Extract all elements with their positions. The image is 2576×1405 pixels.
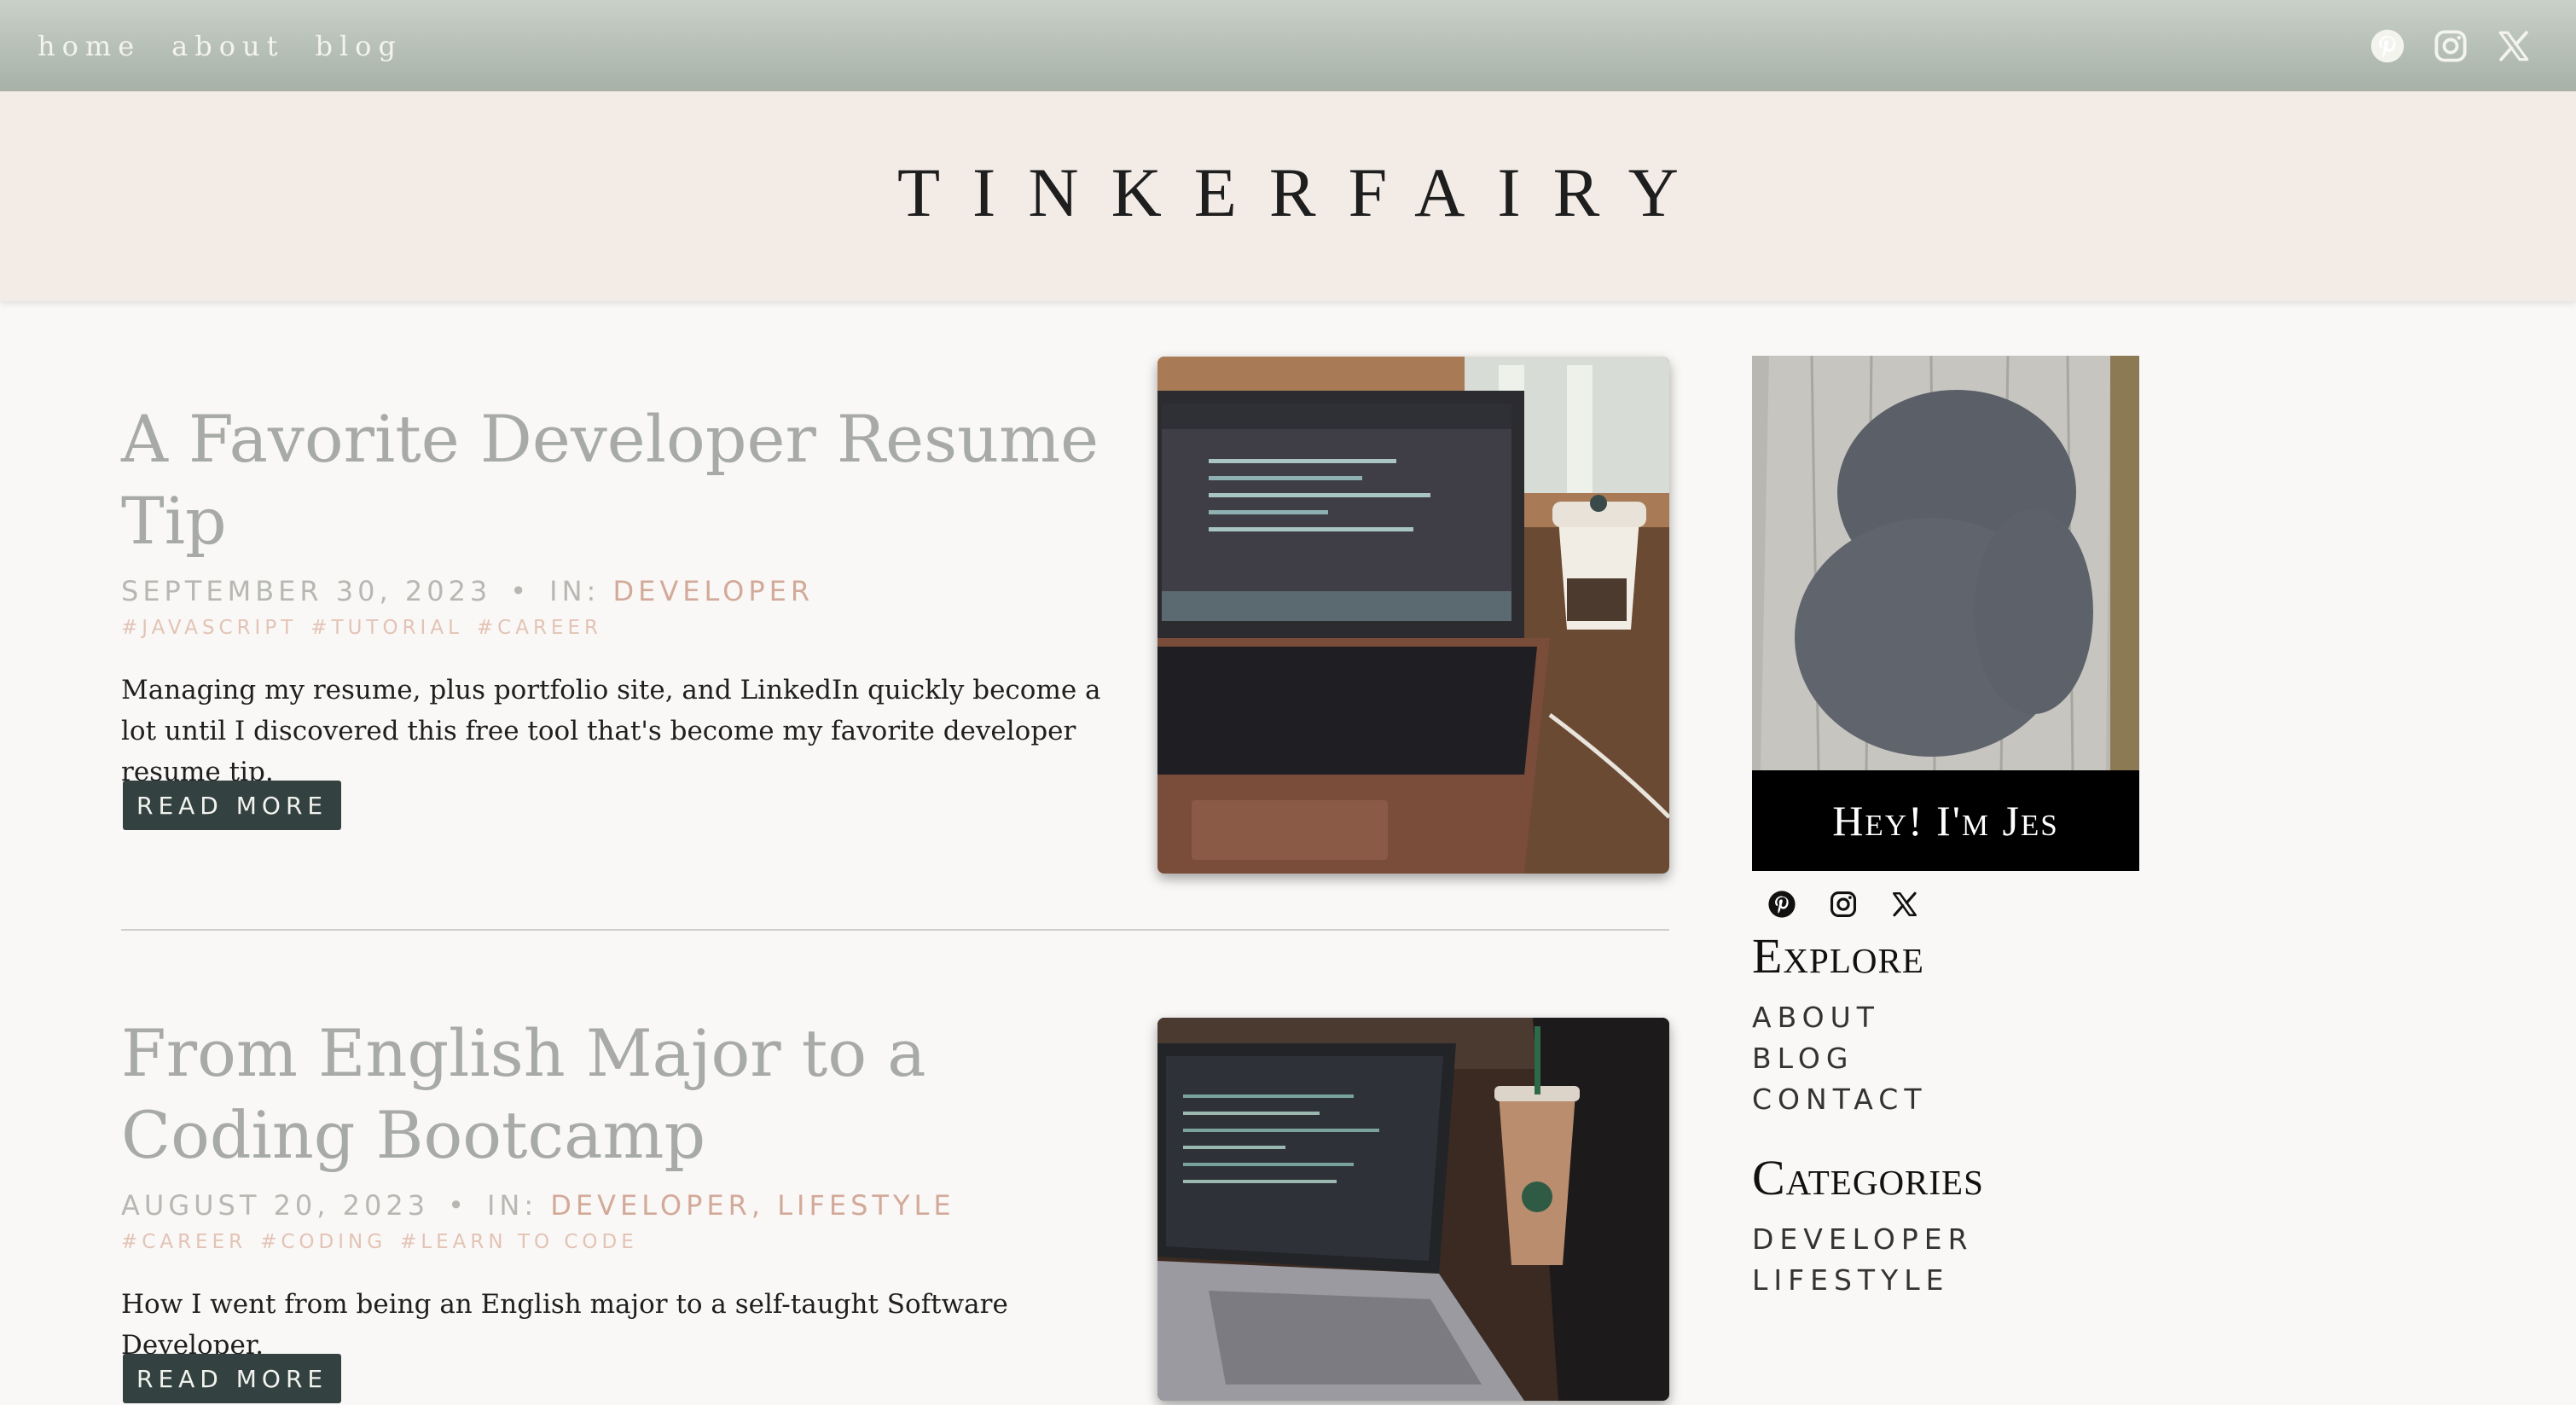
explore-link-contact[interactable]: CONTACT xyxy=(1752,1079,1928,1120)
nav-link-blog[interactable]: blog xyxy=(315,30,402,62)
meta-separator: • xyxy=(448,1189,468,1222)
categories-list: DEVELOPER LIFESTYLE xyxy=(1752,1219,1974,1301)
profile-photo xyxy=(1752,356,2139,771)
x-icon[interactable] xyxy=(2496,28,2532,64)
tag-link[interactable]: #CAREER xyxy=(477,617,602,639)
explore-link-blog[interactable]: BLOG xyxy=(1752,1038,1928,1079)
category-link-lifestyle[interactable]: LIFESTYLE xyxy=(1752,1260,1974,1301)
post-tags: #CAREER #CODING #LEARN TO CODE xyxy=(121,1231,638,1253)
categories-heading: Categories xyxy=(1752,1150,1984,1205)
explore-link-about[interactable]: ABOUT xyxy=(1752,997,1928,1038)
post-thumbnail-laptop-coffee[interactable] xyxy=(1157,357,1669,874)
x-icon[interactable] xyxy=(1890,890,1919,919)
category-prefix: IN: xyxy=(549,575,600,607)
post-title[interactable]: From English Major to a Coding Bootcamp xyxy=(121,1013,1119,1176)
post-excerpt: Managing my resume, plus portfolio site,… xyxy=(121,675,1101,787)
profile-caption: Hey! I'm Jes xyxy=(1752,770,2139,871)
tag-link[interactable]: #JAVASCRIPT xyxy=(121,617,297,639)
meta-separator: • xyxy=(510,575,531,607)
sidebar: Hey! I'm Jes Explore ABOUT BLOG CONTACT … xyxy=(1752,356,2139,1297)
instagram-icon[interactable] xyxy=(1829,890,1858,919)
post-date: SEPTEMBER 30, 2023 xyxy=(121,575,492,607)
post-thumbnail-laptop-drink[interactable] xyxy=(1157,1018,1669,1401)
post-meta: AUGUST 20, 2023 • IN: DEVELOPER, LIFESTYLE xyxy=(121,1189,955,1222)
pinterest-icon[interactable] xyxy=(2370,28,2405,64)
post-tags: #JAVASCRIPT #TUTORIAL #CAREER xyxy=(121,617,602,639)
top-navigation: home about blog xyxy=(0,0,2576,91)
instagram-icon[interactable] xyxy=(2433,28,2469,64)
tag-link[interactable]: #TUTORIAL xyxy=(310,617,463,639)
post-divider xyxy=(121,929,1669,931)
nav-links: home about blog xyxy=(38,0,403,91)
profile-card[interactable]: Hey! I'm Jes xyxy=(1752,356,2139,871)
explore-heading: Explore xyxy=(1752,928,1924,984)
tag-link[interactable]: #CODING xyxy=(260,1231,386,1253)
nav-link-about[interactable]: about xyxy=(171,30,284,62)
nav-social-links xyxy=(2370,0,2532,91)
site-banner: TINKERFAIRY xyxy=(0,91,2576,301)
category-prefix: IN: xyxy=(486,1189,538,1222)
post-meta: SEPTEMBER 30, 2023 • IN: DEVELOPER xyxy=(121,575,814,607)
post-category-link[interactable]: DEVELOPER, LIFESTYLE xyxy=(550,1189,954,1222)
sidebar-social-links xyxy=(1767,890,1919,919)
pinterest-icon[interactable] xyxy=(1767,890,1796,919)
post-category-link[interactable]: DEVELOPER xyxy=(612,575,814,607)
post-title[interactable]: A Favorite Developer Resume Tip xyxy=(121,398,1119,562)
tag-link[interactable]: #LEARN TO CODE xyxy=(400,1231,638,1253)
category-link-developer[interactable]: DEVELOPER xyxy=(1752,1219,1974,1260)
nav-link-home[interactable]: home xyxy=(38,30,141,62)
site-title[interactable]: TINKERFAIRY xyxy=(0,153,2576,233)
read-more-button[interactable]: READ MORE xyxy=(123,781,342,830)
post-date: AUGUST 20, 2023 xyxy=(121,1189,430,1222)
explore-list: ABOUT BLOG CONTACT xyxy=(1752,997,1928,1120)
tag-link[interactable]: #CAREER xyxy=(121,1231,247,1253)
read-more-button[interactable]: READ MORE xyxy=(123,1354,342,1403)
